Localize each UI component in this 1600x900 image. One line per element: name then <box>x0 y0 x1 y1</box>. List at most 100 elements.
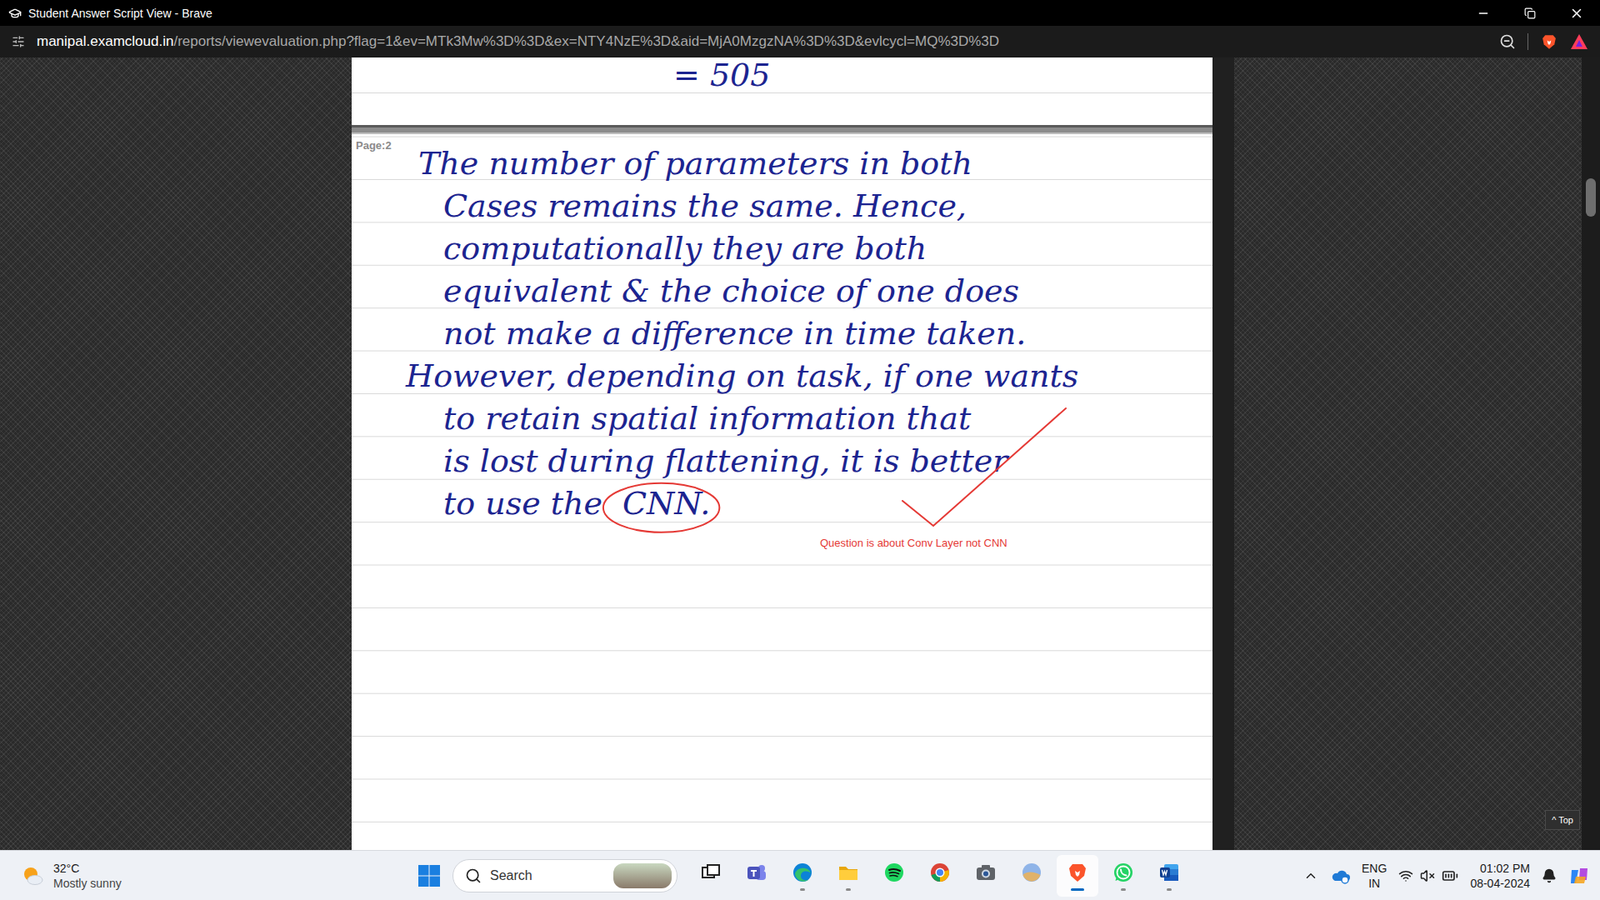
taskbar-apps: Search <box>410 855 1190 897</box>
answer-page: Page:2The number of parameters in bothCa… <box>351 134 1213 850</box>
site-settings-icon[interactable] <box>11 35 25 49</box>
running-indicator <box>845 888 851 891</box>
taskbar-app[interactable] <box>1148 855 1190 897</box>
volume-muted-icon <box>1420 868 1435 884</box>
taskbar-app[interactable] <box>781 855 824 897</box>
start-button[interactable] <box>410 856 449 895</box>
search-highlight-picture <box>613 863 672 889</box>
word-icon <box>1157 860 1181 885</box>
evaluator-comment: Question is about Conv Layer not CNN <box>401 525 1213 550</box>
screen: Student Answer Script View - Brave manipa… <box>0 0 1600 900</box>
input-language[interactable]: ENGIN <box>1361 860 1387 891</box>
brave-shields-icon[interactable] <box>1540 32 1559 51</box>
camera-icon <box>974 860 998 885</box>
running-indicator <box>754 888 760 891</box>
taskbar-app[interactable] <box>1010 855 1053 897</box>
battery-icon <box>1441 867 1459 885</box>
page-divider <box>351 125 1213 135</box>
previous-page-text: = 505 <box>673 57 1213 93</box>
brave-icon <box>1065 860 1090 885</box>
right-background <box>1234 57 1582 850</box>
running-indicator <box>983 888 989 891</box>
running-indicator <box>937 888 943 891</box>
page-label: Page:2 <box>351 134 402 525</box>
minimize-button[interactable] <box>1460 0 1507 26</box>
weather-widget[interactable]: 32°CMostly sunny <box>0 860 410 891</box>
address-bar: manipal.examcloud.in/reports/viewevaluat… <box>0 25 1600 58</box>
running-indicator <box>1166 888 1172 891</box>
spotify-icon <box>882 860 906 885</box>
taskbar-app[interactable] <box>965 855 1007 897</box>
running-indicator <box>800 888 805 891</box>
answer-line: to use theCNN. <box>401 482 1213 525</box>
viewer-gutter <box>1212 57 1235 850</box>
teams-icon <box>745 860 769 885</box>
answer-line: Cases remains the same. Hence, <box>401 185 1213 228</box>
circled-word: CNN. <box>622 485 710 522</box>
search-placeholder: Search <box>490 868 605 884</box>
notification-bell-icon[interactable] <box>1541 868 1557 884</box>
whatsapp-icon <box>1111 860 1135 885</box>
restore-button[interactable] <box>1506 0 1554 26</box>
taskbar-app[interactable] <box>1102 855 1145 897</box>
answer-line: is lost during flattening, it is better <box>401 440 1213 483</box>
answer-line: equivalent & the choice of one does <box>401 270 1213 313</box>
answer-script: = 505 Page:2The number of parameters in b… <box>351 57 1213 850</box>
red-circle-icon <box>600 480 722 534</box>
restore-icon <box>1524 7 1536 20</box>
clock[interactable]: 01:02 PM08-04-2024 <box>1470 860 1530 891</box>
handwritten-answer: The number of parameters in bothCases re… <box>401 134 1213 525</box>
previous-page: = 505 <box>351 57 1213 125</box>
copilot-icon[interactable] <box>1568 865 1590 887</box>
sun-cloud-icon <box>20 863 45 889</box>
taskbar-app[interactable] <box>735 855 778 897</box>
graduation-cap-icon <box>8 6 22 20</box>
close-icon <box>1569 5 1585 21</box>
taskbar: 32°CMostly sunny Search ENGIN 01:02 PM08-04… <box>0 850 1600 900</box>
chevron-up-icon[interactable] <box>1303 868 1319 884</box>
running-indicator <box>1120 888 1126 891</box>
running-indicator <box>1070 888 1085 891</box>
task-view-icon <box>699 860 723 885</box>
red-tick-icon <box>351 134 1213 850</box>
chrome-icon <box>928 860 952 885</box>
photos-icon <box>1020 860 1044 885</box>
weather-text: 32°CMostly sunny <box>53 860 122 891</box>
minimize-icon <box>1476 6 1490 20</box>
back-to-top-button[interactable]: ^ Top <box>1545 810 1580 830</box>
scrollbar[interactable] <box>1581 57 1600 850</box>
toolbar-separator <box>1527 33 1529 50</box>
url-field[interactable]: manipal.examcloud.in/reports/viewevaluat… <box>36 33 1488 50</box>
taskbar-app[interactable] <box>1056 855 1099 897</box>
scrollbar-thumb[interactable] <box>1585 178 1596 217</box>
taskbar-app[interactable] <box>827 855 870 897</box>
app-icon-box <box>0 6 22 20</box>
answer-line: However, depending on task, if one wants <box>401 355 1213 398</box>
system-tray: ENGIN 01:02 PM08-04-2024 <box>1303 860 1600 891</box>
quick-settings[interactable] <box>1398 867 1459 885</box>
running-indicator <box>1029 888 1035 891</box>
left-background <box>0 57 352 850</box>
answer-line: computationally they are both <box>401 227 1213 270</box>
wifi-icon <box>1398 868 1414 884</box>
answer-line: to retain spatial information that <box>401 397 1213 440</box>
window-title: Student Answer Script View - Brave <box>21 6 1460 20</box>
windows-logo-icon <box>417 864 441 888</box>
file-explorer-icon <box>836 860 860 885</box>
taskbar-app[interactable] <box>919 855 961 897</box>
content-area: = 505 Page:2The number of parameters in b… <box>0 57 1600 850</box>
edge-icon <box>790 860 815 885</box>
title-bar: Student Answer Script View - Brave <box>0 0 1600 26</box>
search-icon <box>465 867 482 885</box>
brave-rewards-icon[interactable] <box>1570 33 1589 50</box>
close-button[interactable] <box>1553 0 1600 26</box>
taskbar-search[interactable]: Search <box>452 859 678 893</box>
running-indicator <box>891 888 897 891</box>
answer-line: not make a difference in time taken. <box>401 312 1213 355</box>
taskbar-app[interactable] <box>873 855 915 897</box>
taskbar-app[interactable] <box>690 855 732 897</box>
running-indicator <box>708 888 714 891</box>
zoom-out-icon[interactable] <box>1499 33 1516 50</box>
answer-line: The number of parameters in both <box>401 142 1213 185</box>
onedrive-icon[interactable] <box>1330 867 1350 885</box>
